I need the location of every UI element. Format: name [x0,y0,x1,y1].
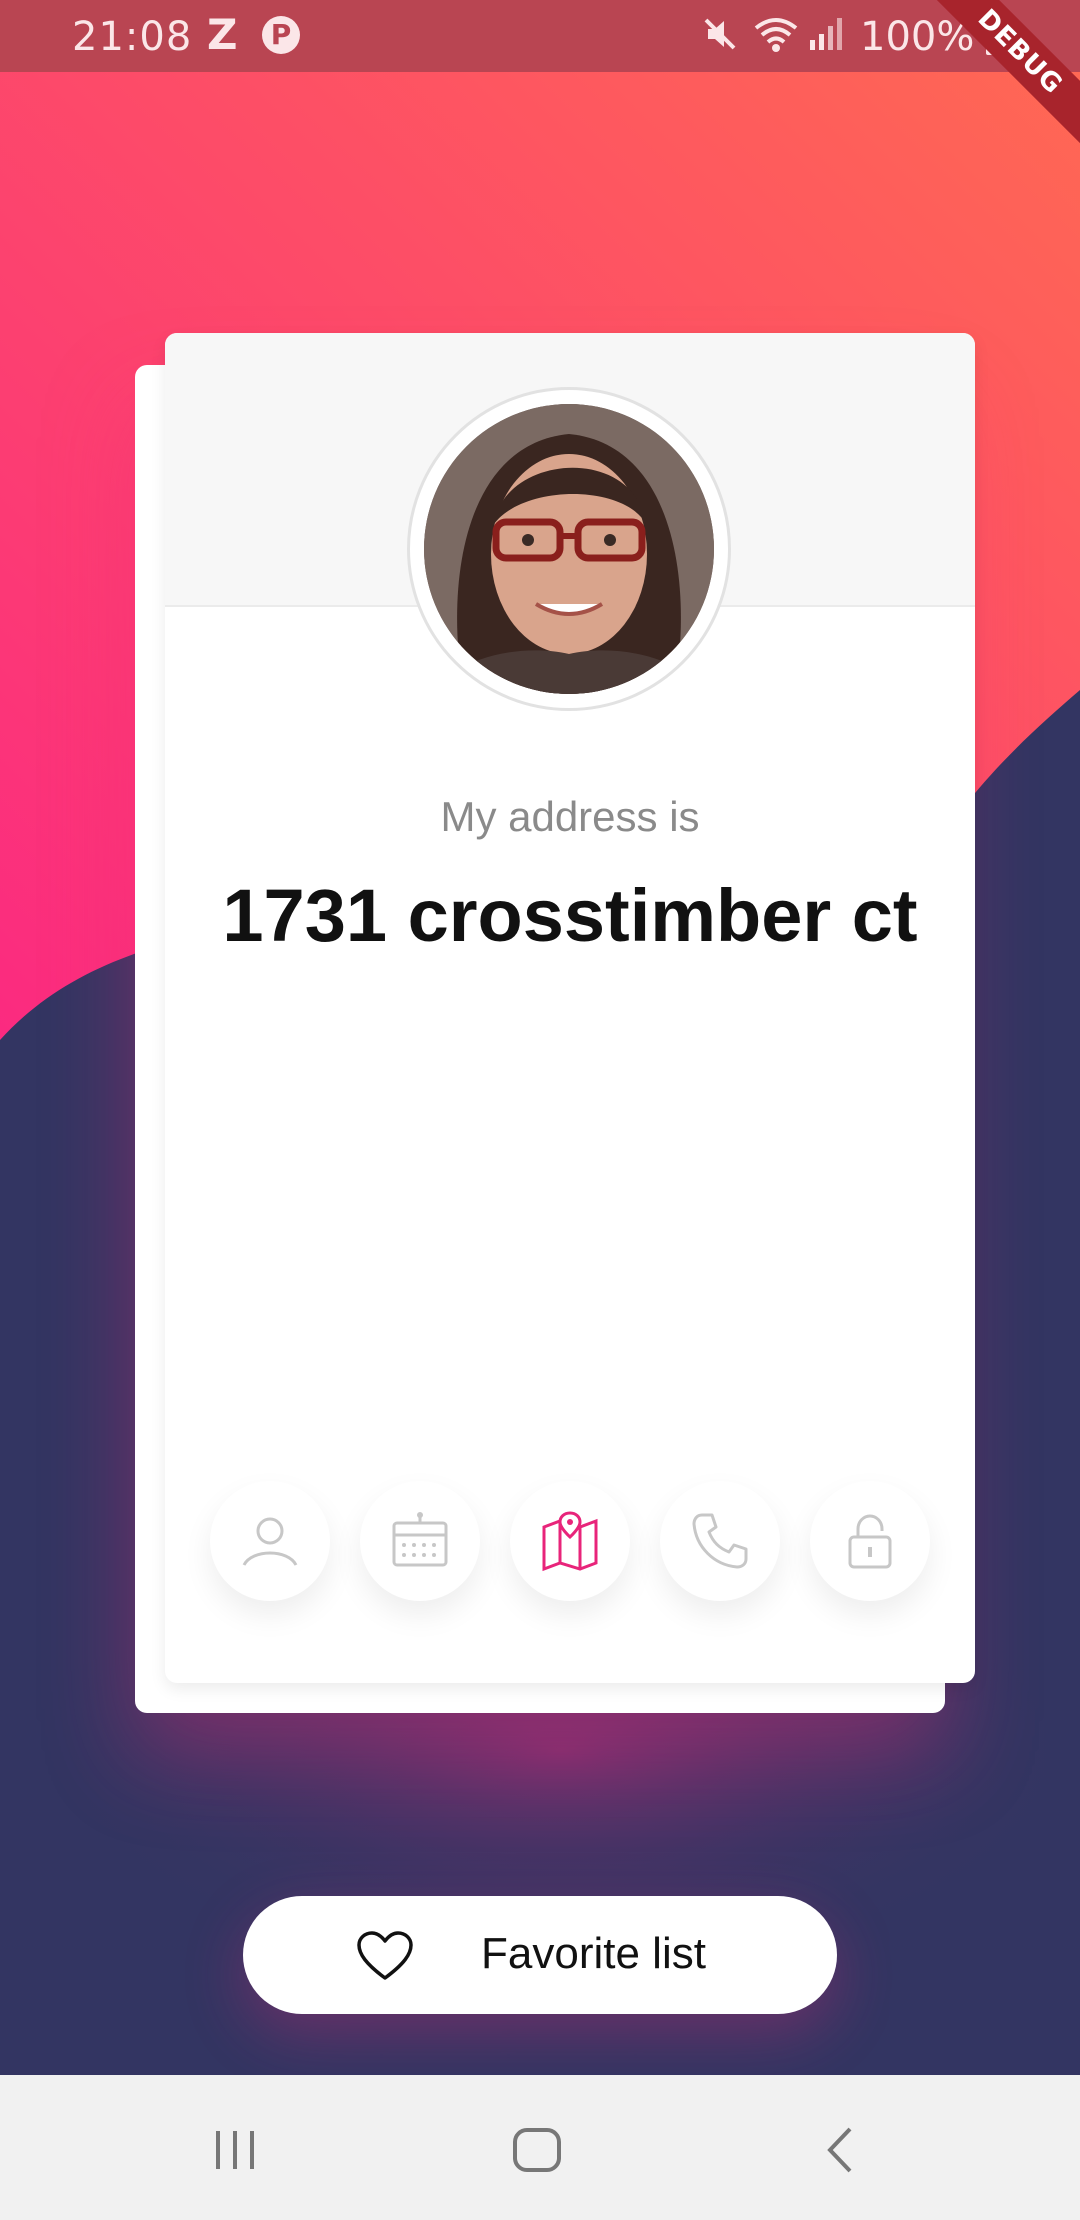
lock-icon [848,1514,892,1569]
wifi-icon [752,14,800,64]
info-tab-row [210,1481,930,1603]
status-bar: 21:08 Z P 100% [0,0,1080,72]
calendar-icon [392,1512,448,1567]
tab-user[interactable] [210,1481,330,1601]
info-caption: My address is [440,793,700,840]
heart-icon [356,1930,414,1986]
phone-icon [692,1513,748,1569]
favorite-list-label: Favorite list [481,1929,706,1978]
tab-calendar[interactable] [360,1481,480,1601]
home-button[interactable] [512,2127,562,2177]
signal-icon [808,16,848,62]
profile-card: My address is 1731 crosstimber ct [165,333,975,1683]
user-icon [242,1517,298,1566]
recents-button[interactable] [212,2127,258,2177]
app-z-icon: Z [207,10,238,59]
status-time: 21:08 [72,14,193,60]
back-button[interactable] [822,2125,858,2179]
home-icon [513,2128,561,2172]
favorite-list-button[interactable]: Favorite list [243,1896,837,2014]
system-nav-bar [0,2075,1080,2220]
avatar-frame [407,387,731,711]
tab-phone[interactable] [660,1481,780,1601]
recents-icon [216,2131,254,2169]
mute-icon [700,14,740,64]
pinterest-icon: P [262,16,300,54]
tab-map[interactable] [510,1481,630,1601]
info-value: 1731 crosstimber ct [222,874,918,957]
map-icon [542,1511,598,1572]
tab-lock[interactable] [810,1481,930,1601]
avatar [424,404,714,694]
back-icon [827,2127,852,2173]
